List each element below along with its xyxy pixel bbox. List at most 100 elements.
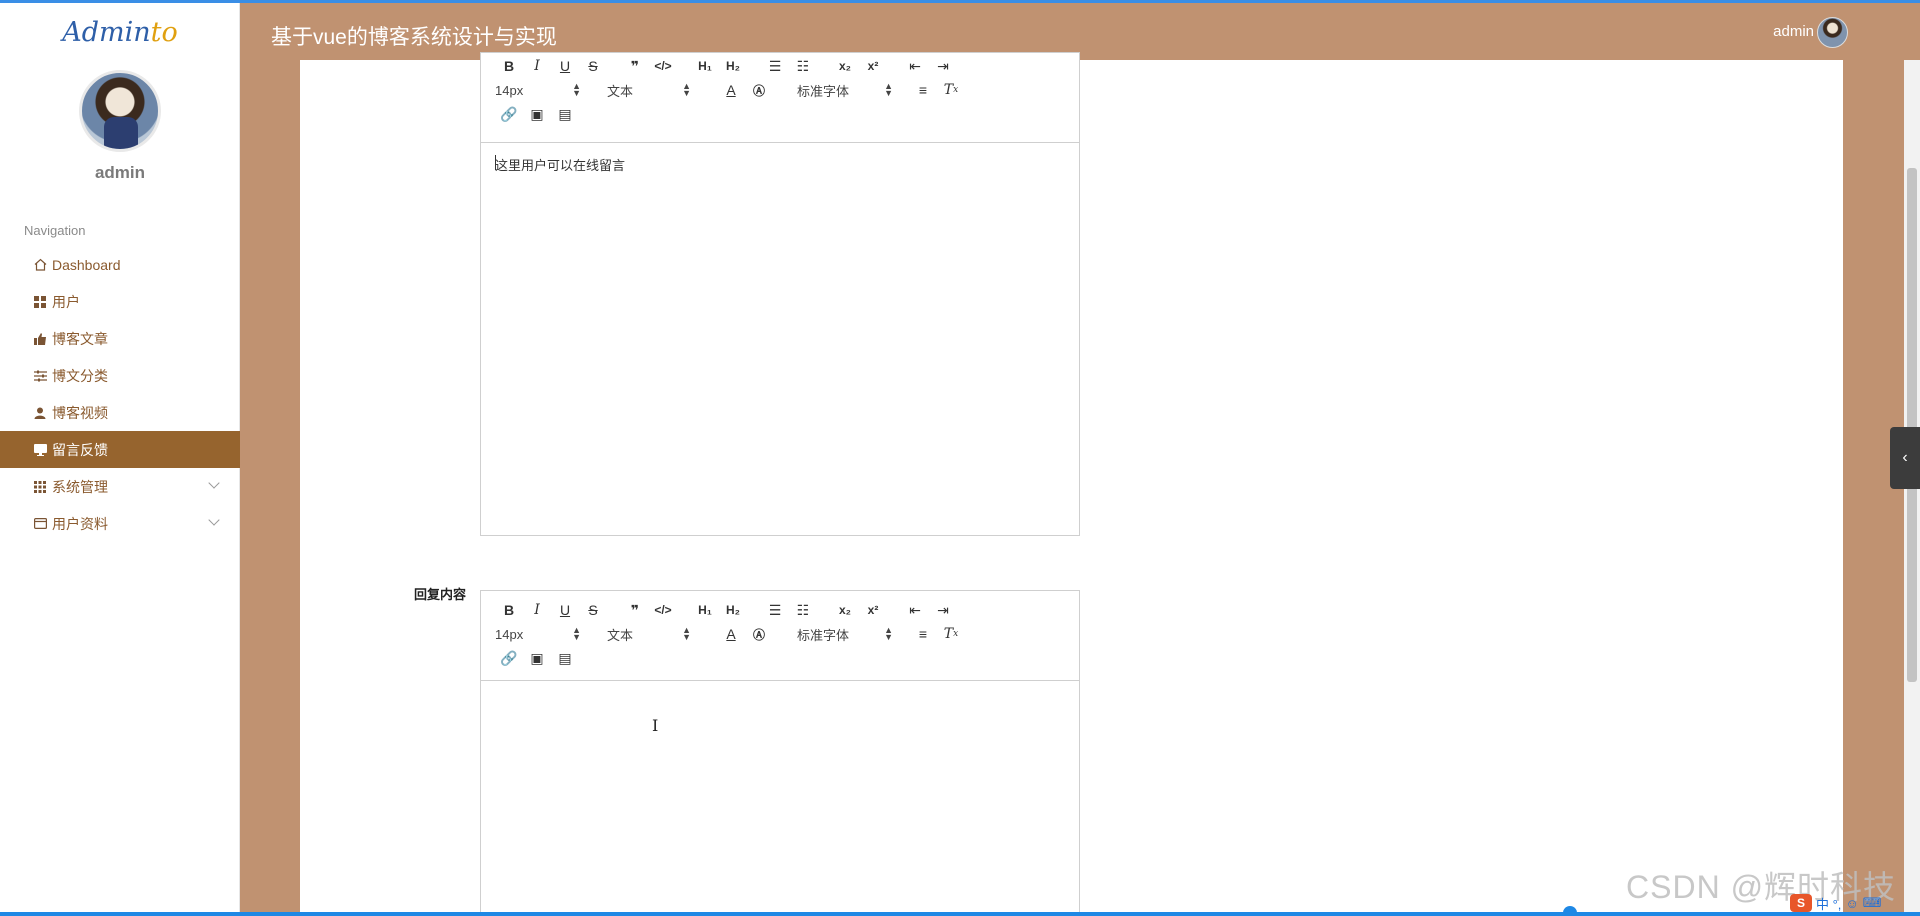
page-title: 基于vue的博客系统设计与实现 [271, 26, 557, 49]
bullet-list-icon[interactable]: ☷ [789, 599, 817, 621]
sidebar-item-videos[interactable]: 博客视频 [0, 394, 240, 431]
sidebar-item-articles[interactable]: 博客文章 [0, 320, 240, 357]
chevron-down-icon [208, 477, 220, 489]
sidebar-item-categories[interactable]: 博文分类 [0, 357, 240, 394]
sidebar-item-label: 博文分类 [52, 367, 108, 384]
grid-icon [33, 295, 47, 309]
toolbar-row-format: B I U S ❞ </> H₁ H₂ ☰ ☷ x₂ x² ⇤ ⇥ [495, 55, 957, 77]
editor-toolbar: B I U S ❞ </> H₁ H₂ ☰ ☷ x₂ x² ⇤ ⇥ 14px ▲ ▼… [481, 53, 1079, 143]
ordered-list-icon[interactable]: ☰ [761, 599, 789, 621]
sidebar-item-label: 用户资料 [52, 515, 108, 532]
indent-icon[interactable]: ⇥ [929, 599, 957, 621]
text-cursor-icon: I [652, 716, 659, 735]
sidebar-item-system[interactable]: 系统管理 [0, 468, 240, 505]
sidebar-item-label: 博客视频 [52, 404, 108, 421]
message-content-text: 这里用户可以在线留言 [495, 158, 626, 173]
superscript-button[interactable]: x² [859, 599, 887, 621]
subscript-button[interactable]: x₂ [831, 55, 859, 77]
image-icon[interactable]: ▣ [523, 103, 551, 125]
link-icon[interactable]: 🔗 [495, 647, 523, 669]
video-icon[interactable]: ▤ [551, 103, 579, 125]
keyboard-icon[interactable]: ⌨ [1863, 895, 1882, 911]
align-icon[interactable]: ≡ [909, 79, 937, 101]
italic-button[interactable]: I [523, 599, 551, 621]
background-color-icon[interactable]: Ⓐ [745, 623, 773, 645]
nav-section-title: Navigation [24, 223, 86, 238]
h2-button[interactable]: H₂ [719, 55, 747, 77]
reply-editor: B I U S ❞ </> H₁ H₂ ☰ ☷ x₂ x² ⇤ ⇥ 14px ▲ ▼… [480, 590, 1080, 912]
header-select[interactable]: 文本 ▲ ▼ [607, 79, 691, 101]
user-avatar[interactable] [79, 70, 161, 152]
font-size-select[interactable]: 14px ▲ ▼ [495, 623, 581, 645]
monitor-icon [33, 443, 47, 457]
underline-button[interactable]: U [551, 55, 579, 77]
message-editor-body[interactable]: 这里用户可以在线留言 [481, 143, 1079, 535]
sidebar-item-users[interactable]: 用户 [0, 283, 240, 320]
clear-format-icon[interactable]: Tx [937, 623, 965, 645]
font-family-select[interactable]: 标准字体 ▲ ▼ [797, 79, 893, 101]
code-icon[interactable]: </> [649, 55, 677, 77]
sogou-ime-icon: S [1790, 894, 1812, 912]
video-icon[interactable]: ▤ [551, 647, 579, 669]
image-icon[interactable]: ▣ [523, 647, 551, 669]
italic-button[interactable]: I [523, 55, 551, 77]
strike-button[interactable]: S [579, 55, 607, 77]
toolbar-row-format: B I U S ❞ </> H₁ H₂ ☰ ☷ x₂ x² ⇤ ⇥ [495, 599, 957, 621]
sidebar-nav: Dashboard 用户 博客文章 博文分类 博客视频 留言反馈 系统管理 用户… [0, 246, 240, 542]
quote-icon[interactable]: ❞ [621, 55, 649, 77]
font-size-select[interactable]: 14px ▲ ▼ [495, 79, 581, 101]
indent-icon[interactable]: ⇥ [929, 55, 957, 77]
h2-button[interactable]: H₂ [719, 599, 747, 621]
bottom-accent-line [0, 912, 1920, 916]
bold-button[interactable]: B [495, 599, 523, 621]
sidebar-item-label: 系统管理 [52, 478, 108, 495]
drawer-toggle-button[interactable]: ‹ [1890, 427, 1920, 489]
superscript-button[interactable]: x² [859, 55, 887, 77]
sidebar-item-profile[interactable]: 用户资料 [0, 505, 240, 542]
ordered-list-icon[interactable]: ☰ [761, 55, 789, 77]
text-color-icon[interactable]: A [717, 623, 745, 645]
toolbar-row-insert: 🔗 ▣ ▤ [495, 103, 579, 125]
underline-button[interactable]: U [551, 599, 579, 621]
sidebar-item-label: Dashboard [52, 256, 121, 273]
sidebar-item-label: 用户 [52, 293, 80, 310]
reply-editor-body[interactable] [481, 681, 1079, 911]
clear-format-icon[interactable]: Tx [937, 79, 965, 101]
sidebar-item-feedback[interactable]: 留言反馈 [0, 431, 240, 468]
h1-button[interactable]: H₁ [691, 55, 719, 77]
sidebar-item-dashboard[interactable]: Dashboard [0, 246, 240, 283]
sidebar: Adminto admin Navigation Dashboard 用户 博客… [0, 3, 240, 912]
card-icon [33, 517, 47, 531]
apps-icon [33, 480, 47, 494]
subscript-button[interactable]: x₂ [831, 599, 859, 621]
font-family-select[interactable]: 标准字体 ▲ ▼ [797, 623, 893, 645]
header-avatar[interactable] [1817, 17, 1848, 48]
h1-button[interactable]: H₁ [691, 599, 719, 621]
thumb-icon [33, 332, 47, 346]
header-user-name[interactable]: admin [1773, 23, 1814, 40]
home-icon [33, 258, 47, 272]
scrollbar-thumb[interactable] [1907, 168, 1917, 682]
outdent-icon[interactable]: ⇤ [901, 55, 929, 77]
message-editor: B I U S ❞ </> H₁ H₂ ☰ ☷ x₂ x² ⇤ ⇥ 14px ▲ ▼… [480, 52, 1080, 536]
align-icon[interactable]: ≡ [909, 623, 937, 645]
top-accent-line [0, 0, 1920, 3]
ime-mode: 中 °, [1816, 896, 1842, 912]
bullet-list-icon[interactable]: ☷ [789, 55, 817, 77]
sidebar-item-label: 博客文章 [52, 330, 108, 347]
toolbar-row-select: 14px ▲ ▼ 文本 ▲ ▼ A Ⓐ 标准字体 ▲ ▼ ≡ Tx [495, 623, 965, 645]
app-logo[interactable]: Adminto [0, 17, 240, 48]
header-select[interactable]: 文本 ▲ ▼ [607, 623, 691, 645]
quote-icon[interactable]: ❞ [621, 599, 649, 621]
strike-button[interactable]: S [579, 599, 607, 621]
user-icon [33, 406, 47, 420]
background-color-icon[interactable]: Ⓐ [745, 79, 773, 101]
sidebar-item-label: 留言反馈 [52, 441, 108, 458]
link-icon[interactable]: 🔗 [495, 103, 523, 125]
code-icon[interactable]: </> [649, 599, 677, 621]
emoji-icon[interactable]: ☺ [1845, 896, 1858, 911]
outdent-icon[interactable]: ⇤ [901, 599, 929, 621]
bold-button[interactable]: B [495, 55, 523, 77]
ime-status-bar[interactable]: S 中 °, ☺ ⌨ [1790, 894, 1881, 912]
text-color-icon[interactable]: A [717, 79, 745, 101]
